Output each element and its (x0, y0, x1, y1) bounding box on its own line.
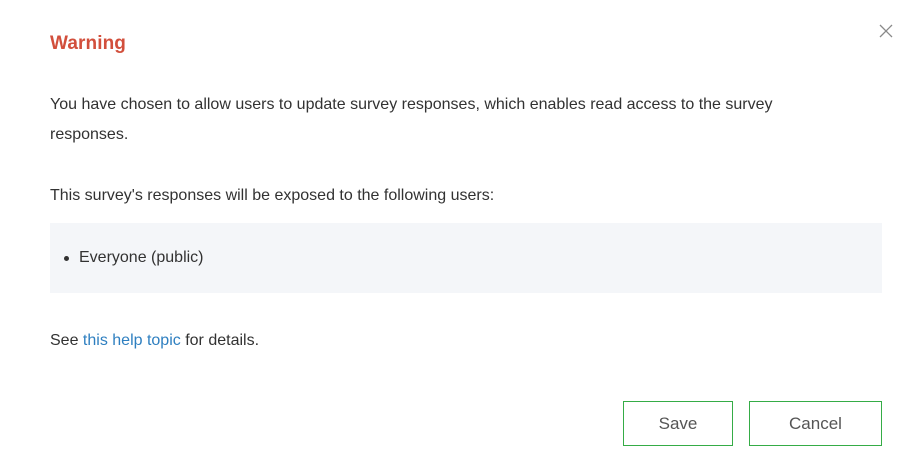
help-topic-link[interactable]: this help topic (83, 332, 181, 349)
user-label: Everyone (public) (79, 249, 204, 266)
cancel-button[interactable]: Cancel (749, 401, 882, 446)
close-icon (879, 24, 893, 38)
help-prefix: See (50, 332, 83, 349)
exposed-users-list: Everyone (public) (50, 223, 882, 293)
bullet-icon (64, 255, 69, 261)
exposure-text: This survey's responses will be exposed … (50, 187, 495, 204)
save-button[interactable]: Save (623, 401, 733, 446)
warning-message: You have chosen to allow users to update… (50, 96, 773, 143)
help-suffix: for details. (180, 332, 260, 349)
close-button[interactable] (875, 20, 897, 42)
warning-dialog: Warning You have chosen to allow users t… (0, 0, 911, 473)
help-text: See this help topic for details. (50, 326, 850, 356)
list-item: Everyone (public) (64, 249, 204, 267)
dialog-title: Warning (50, 33, 126, 54)
